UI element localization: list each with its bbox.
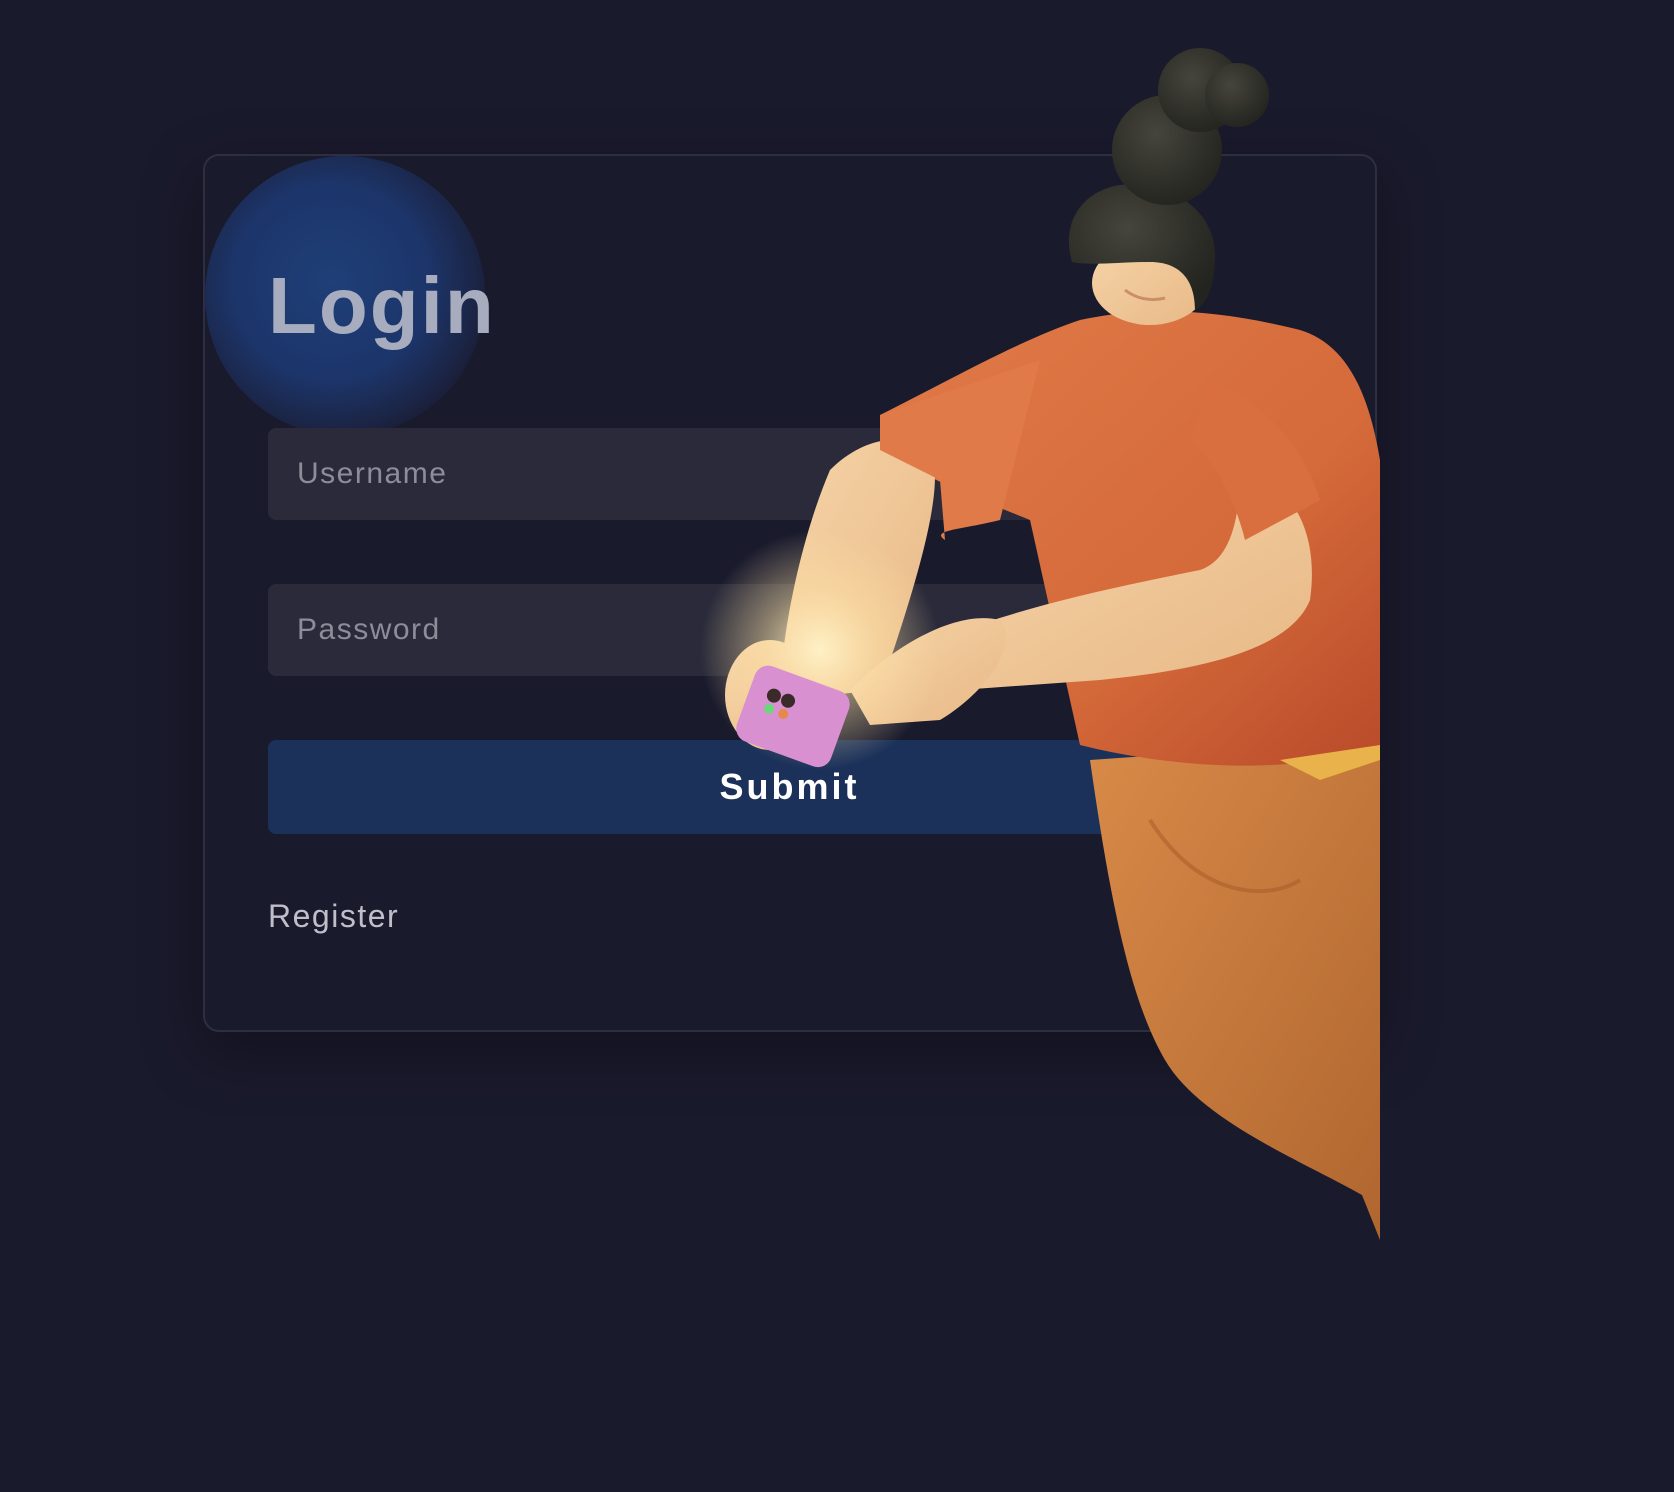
login-card: Login Submit Register	[203, 154, 1377, 1032]
page: Login Submit Register	[0, 0, 1674, 1492]
password-input[interactable]	[268, 584, 1311, 676]
page-title: Login	[268, 261, 496, 350]
username-input[interactable]	[268, 428, 1311, 520]
register-link[interactable]: Register	[268, 898, 399, 935]
submit-button[interactable]: Submit	[268, 740, 1311, 834]
